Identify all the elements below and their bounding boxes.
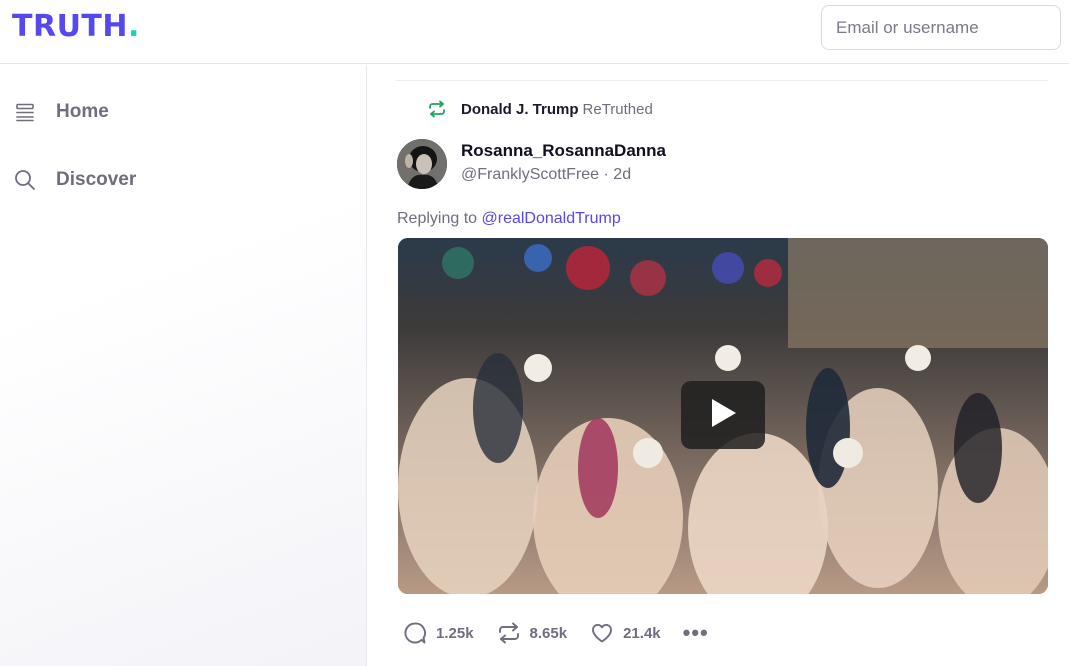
reply-count: 1.25k xyxy=(436,624,474,642)
top-bar: TRUTH. xyxy=(0,0,1069,64)
email-or-username-input[interactable] xyxy=(821,5,1061,50)
sidebar-item-home[interactable]: Home xyxy=(14,94,109,130)
retruth-banner: Donald J. Trump ReTruthed xyxy=(428,100,653,118)
replying-to: Replying to @realDonaldTrump xyxy=(397,210,621,228)
author-handle[interactable]: @FranklyScottFree xyxy=(461,166,599,183)
truth-logo[interactable]: TRUTH. xyxy=(12,9,140,44)
logo-text: TRUTH xyxy=(12,9,128,44)
sidebar: Home Discover xyxy=(0,65,367,666)
mention-link[interactable]: @realDonaldTrump xyxy=(482,210,621,227)
retruth-action-icon xyxy=(496,620,522,646)
retruth-icon xyxy=(428,100,446,118)
like-button[interactable]: 21.4k xyxy=(589,620,661,646)
like-count: 21.4k xyxy=(623,624,661,642)
author-display-name[interactable]: Rosanna_RosannaDanna xyxy=(461,141,666,161)
meta-separator: · xyxy=(603,166,609,183)
sidebar-item-discover[interactable]: Discover xyxy=(14,162,136,198)
retruth-count: 8.65k xyxy=(529,624,568,642)
divider xyxy=(396,80,1048,81)
replying-prefix: Replying to xyxy=(397,210,478,227)
feed: Donald J. Trump ReTruthed Rosanna_Rosann… xyxy=(368,65,1069,666)
video-player[interactable] xyxy=(398,238,1048,594)
author-meta: @FranklyScottFree · 2d xyxy=(461,166,631,184)
post-actions: 1.25k 8.65k 21.4k ••• xyxy=(402,620,709,646)
reply-bubble-icon xyxy=(402,620,428,646)
home-list-icon xyxy=(14,101,36,123)
avatar[interactable] xyxy=(397,139,447,189)
play-button[interactable] xyxy=(681,381,765,449)
reply-button[interactable]: 1.25k xyxy=(402,620,474,646)
retruth-button[interactable]: 8.65k xyxy=(496,620,568,646)
sidebar-item-label: Home xyxy=(56,101,109,122)
retruth-user[interactable]: Donald J. Trump xyxy=(461,101,579,118)
sidebar-item-label: Discover xyxy=(56,169,137,190)
logo-dot: . xyxy=(128,9,140,44)
heart-icon xyxy=(589,620,615,646)
more-options-button[interactable]: ••• xyxy=(683,622,709,644)
post-age[interactable]: 2d xyxy=(613,166,631,183)
search-icon xyxy=(14,169,36,191)
retruth-label: ReTruthed xyxy=(582,100,653,118)
play-icon xyxy=(708,397,738,434)
